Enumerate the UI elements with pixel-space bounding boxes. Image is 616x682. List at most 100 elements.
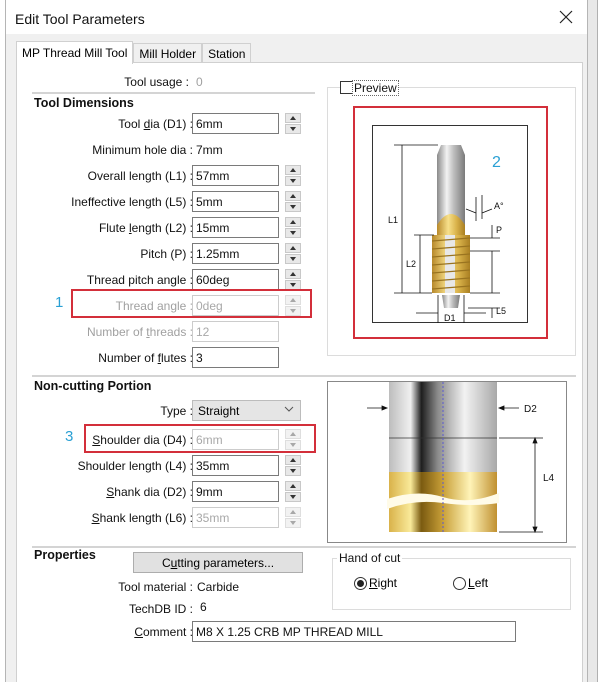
pitch-input[interactable] (192, 243, 279, 264)
non-cutting-heading: Non-cutting Portion (34, 379, 152, 393)
flute-length-spinner[interactable] (285, 217, 301, 238)
shank-length-input (192, 507, 279, 528)
spin-up-button[interactable] (285, 455, 301, 465)
shank-length-label: Shank length (L6) : (91, 511, 193, 525)
spin-up-button[interactable] (285, 481, 301, 491)
techdb-id-label: TechDB ID : (128, 602, 193, 616)
spin-up-button[interactable] (285, 165, 301, 175)
techdb-id-value: 6 (200, 600, 207, 614)
shoulder-length-label: Shoulder length (L4) : (77, 459, 193, 473)
tool-material-value: Carbide (197, 580, 240, 594)
chevron-down-icon (284, 406, 294, 412)
label-d2: D2 (524, 404, 537, 415)
overall-length-label: Overall length (L1) : (87, 169, 193, 183)
pitch-spinner[interactable] (285, 243, 301, 264)
thread-angle-spinner (285, 295, 301, 316)
spin-down-button[interactable] (285, 124, 301, 134)
shoulder-length-input[interactable] (192, 455, 279, 476)
cutting-parameters-button[interactable]: Cutting parameters... (133, 552, 303, 573)
vertical-scrollbar[interactable] (588, 0, 598, 682)
thread-pitch-angle-input[interactable] (192, 269, 279, 290)
label-d1: D1 (444, 313, 456, 323)
tab-mp-thread-mill-tool[interactable]: MP Thread Mill Tool (16, 41, 134, 64)
properties-heading: Properties (34, 548, 96, 562)
type-dropdown-value: Straight (198, 404, 240, 418)
tool-dia-input[interactable] (192, 113, 279, 134)
number-of-flutes-label: Number of flutes : (98, 351, 193, 365)
tool-usage-label: Tool usage : (124, 75, 189, 89)
min-hole-dia-value: 7mm (196, 143, 223, 157)
shank-dia-input[interactable] (192, 481, 279, 502)
tool-dimensions-heading: Tool Dimensions (34, 96, 134, 110)
thread-pitch-angle-spinner[interactable] (285, 269, 301, 290)
flute-length-input[interactable] (192, 217, 279, 238)
close-icon (559, 10, 573, 24)
label-l1: L1 (388, 215, 398, 225)
label-l4: L4 (543, 473, 555, 484)
close-button[interactable] (557, 8, 575, 26)
overall-length-spinner[interactable] (285, 165, 301, 186)
spin-down-button (285, 518, 301, 528)
window-title: Edit Tool Parameters (15, 11, 145, 27)
radio-right-label: Right (369, 576, 398, 590)
tool-material-label: Tool material : (118, 580, 193, 594)
spin-down-button[interactable] (285, 492, 301, 502)
preview-label[interactable]: Preview (352, 80, 399, 96)
spin-up-button (285, 295, 301, 305)
shank-length-spinner (285, 507, 301, 528)
callout-2: 2 (492, 154, 501, 171)
separator (32, 375, 576, 377)
type-dropdown[interactable]: Straight (192, 400, 301, 421)
radio-right[interactable]: Right (354, 576, 397, 590)
number-of-threads-label: Number of threads : (86, 325, 193, 339)
pitch-label: Pitch (P) : (140, 247, 193, 261)
shoulder-dia-spinner (285, 429, 301, 450)
radio-left-label: Left (468, 576, 489, 590)
tab-station[interactable]: Station (202, 43, 252, 64)
spin-down-button[interactable] (285, 228, 301, 238)
thread-angle-input (192, 295, 279, 316)
number-of-flutes-input[interactable] (192, 347, 279, 368)
spin-up-button[interactable] (285, 113, 301, 123)
spin-down-button[interactable] (285, 202, 301, 212)
title-bar: Edit Tool Parameters (6, 0, 587, 34)
non-cutting-diagram: D2 L4 (327, 381, 567, 543)
spin-up-button[interactable] (285, 217, 301, 227)
spin-down-button[interactable] (285, 254, 301, 264)
separator (32, 546, 576, 548)
spin-down-button (285, 306, 301, 316)
comment-input[interactable] (192, 621, 516, 642)
spin-up-button[interactable] (285, 191, 301, 201)
ineffective-length-input[interactable] (192, 191, 279, 212)
ineffective-length-label: Ineffective length (L5) : (71, 195, 193, 209)
shoulder-length-spinner[interactable] (285, 455, 301, 476)
radio-unselected-icon (453, 576, 466, 590)
spin-down-button (285, 440, 301, 450)
min-hole-dia-label: Minimum hole dia : (92, 143, 193, 157)
ineffective-length-spinner[interactable] (285, 191, 301, 212)
number-of-threads-input (192, 321, 279, 342)
tab-mill-holder[interactable]: Mill Holder (133, 43, 203, 64)
radio-left[interactable]: Left (453, 576, 488, 590)
shank-dia-spinner[interactable] (285, 481, 301, 502)
tab-panel: Tool usage : 0 Tool Dimensions Tool dia … (16, 62, 583, 682)
shoulder-dia-label: Shoulder dia (D4) : (92, 433, 193, 447)
thread-pitch-angle-label: Thread pitch angle : (86, 273, 193, 287)
callout-1: 1 (55, 294, 64, 311)
label-l2: L2 (406, 259, 416, 269)
overall-length-input[interactable] (192, 165, 279, 186)
spin-up-button (285, 507, 301, 517)
tool-threads (431, 235, 471, 293)
spin-up-button[interactable] (285, 269, 301, 279)
spin-down-button[interactable] (285, 176, 301, 186)
flute-length-label: Flute length (L2) : (98, 221, 193, 235)
spin-down-button[interactable] (285, 466, 301, 476)
tool-dia-spinner[interactable] (285, 113, 301, 134)
spin-up-button[interactable] (285, 243, 301, 253)
type-label: Type : (160, 404, 193, 418)
thread-angle-label: Thread angle : (115, 299, 193, 313)
shoulder-dia-input (192, 429, 279, 450)
label-a: A° (494, 201, 504, 211)
tool-tip (442, 295, 460, 308)
comment-label: Comment : (134, 625, 193, 639)
